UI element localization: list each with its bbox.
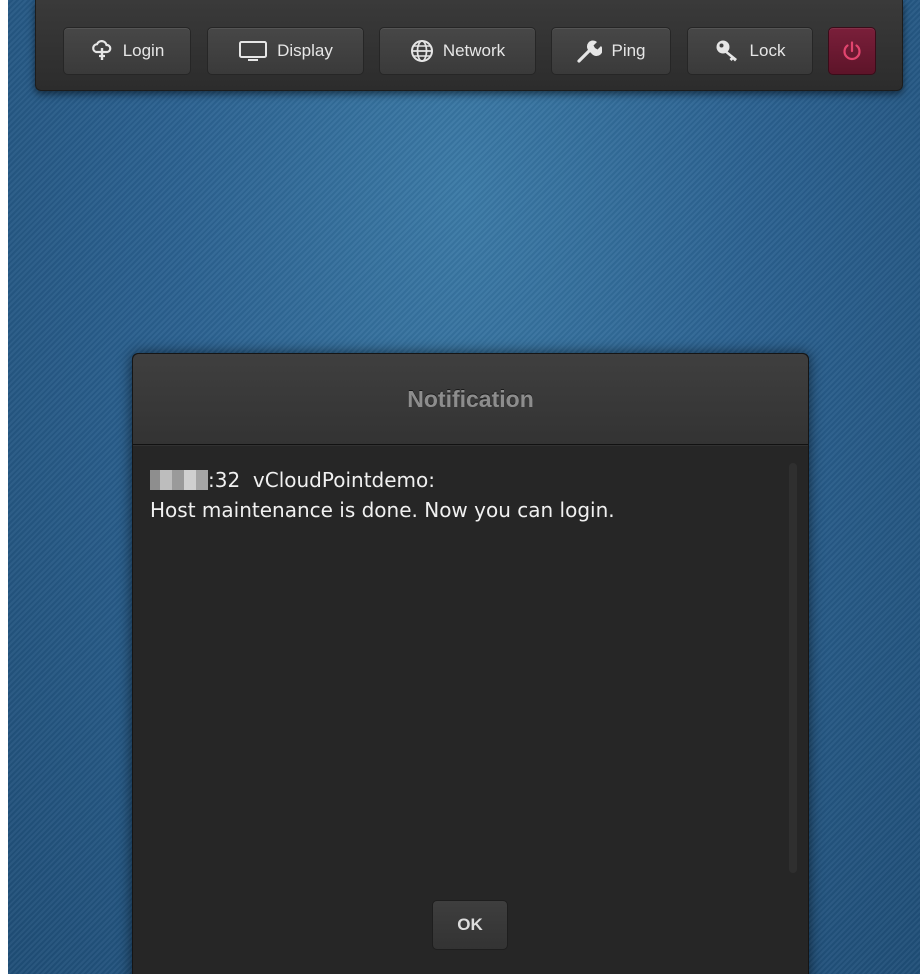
wrench-icon	[576, 38, 603, 64]
key-icon	[715, 39, 741, 63]
message-text: Host maintenance is done. Now you can lo…	[150, 498, 615, 522]
dialog-body: :32 vCloudPointdemo: Host maintenance is…	[133, 445, 808, 974]
notification-dialog: Notification :32 vCloudPointdemo: Host m…	[132, 353, 809, 974]
message-time: :32	[208, 468, 241, 492]
display-button-label: Display	[277, 41, 333, 60]
power-icon	[841, 40, 863, 62]
lock-button[interactable]: Lock	[687, 27, 813, 75]
dialog-header: Notification	[133, 354, 808, 445]
network-button[interactable]: Network	[379, 27, 536, 75]
ping-button[interactable]: Ping	[551, 27, 671, 75]
cloud-login-icon	[90, 39, 114, 63]
notification-message: :32 vCloudPointdemo: Host maintenance is…	[150, 465, 770, 525]
message-scrollbar[interactable]	[789, 463, 797, 873]
redacted-timestamp	[150, 470, 208, 490]
globe-icon	[410, 39, 434, 63]
monitor-icon	[238, 40, 268, 62]
network-button-label: Network	[442, 41, 506, 60]
display-button[interactable]: Display	[207, 27, 364, 75]
message-header-line: :32 vCloudPointdemo:	[150, 465, 770, 495]
message-sender: vCloudPointdemo:	[252, 468, 435, 492]
dialog-title: Notification	[407, 385, 534, 412]
ok-button[interactable]: OK	[432, 900, 508, 950]
login-button-label: Login	[122, 41, 165, 60]
desktop: Login Display Network Ping Lock Notifica…	[8, 0, 920, 974]
lock-button-label: Lock	[749, 41, 786, 60]
top-toolbar: Login Display Network Ping Lock	[35, 0, 903, 91]
login-button[interactable]: Login	[63, 27, 191, 75]
ping-button-label: Ping	[611, 41, 646, 60]
power-button[interactable]	[828, 27, 876, 75]
